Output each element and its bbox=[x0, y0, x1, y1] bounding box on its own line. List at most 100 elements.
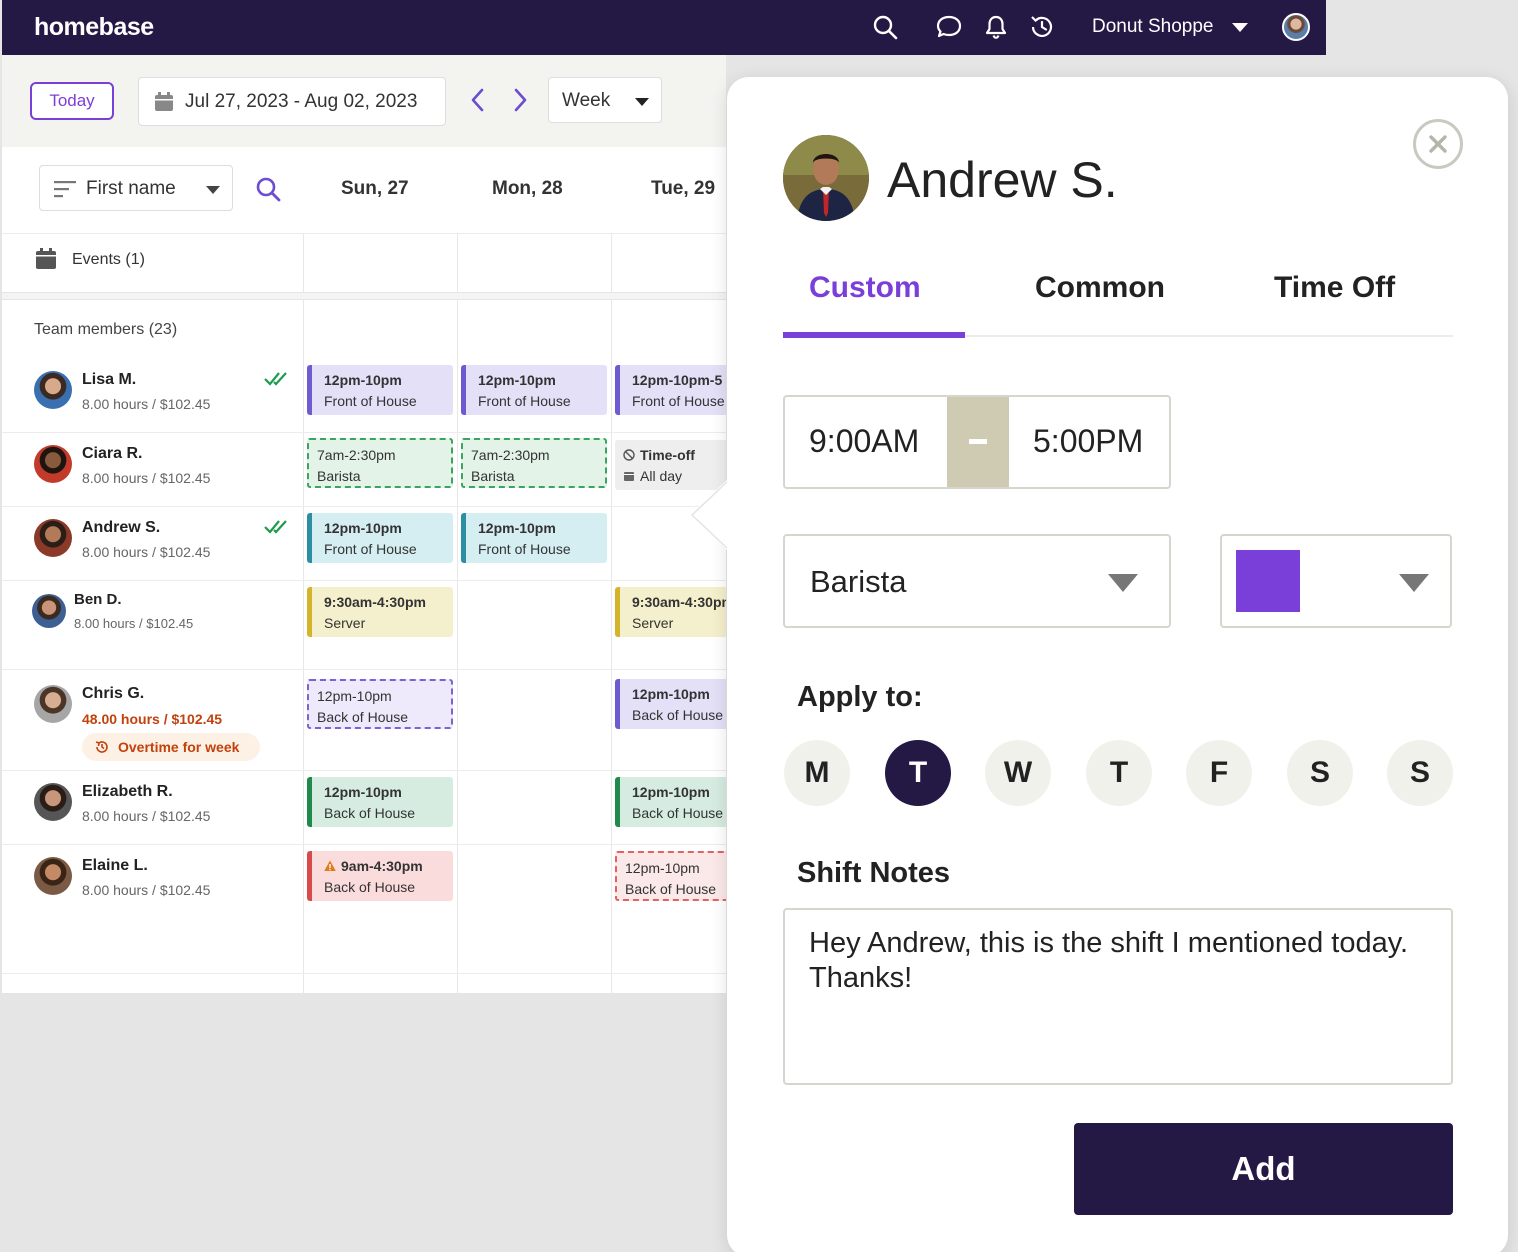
chevron-down-icon[interactable] bbox=[1232, 23, 1248, 32]
weekday-toggle-sun[interactable]: S bbox=[1387, 740, 1453, 806]
shift-card[interactable]: 12pm-10pm Back of House bbox=[615, 851, 726, 901]
previous-week-icon[interactable] bbox=[464, 85, 494, 115]
weekday-toggle-fri[interactable]: F bbox=[1186, 740, 1252, 806]
brand-logo[interactable]: homebase bbox=[34, 13, 154, 42]
tab-common[interactable]: Common bbox=[1035, 271, 1165, 305]
search-icon[interactable] bbox=[254, 175, 282, 203]
shift-card[interactable]: 12pm-10pm Front of House bbox=[461, 365, 607, 415]
shift-role: Front of House bbox=[324, 541, 417, 557]
member-name: Elizabeth R. bbox=[82, 783, 173, 800]
shift-card[interactable]: 12pm-10pm-5 Front of House bbox=[615, 365, 726, 415]
schedule-grid: Today Jul 27, 2023 - Aug 02, 2023 Week F… bbox=[2, 55, 726, 993]
avatar bbox=[34, 783, 72, 821]
member-hours: 8.00 hours / $102.45 bbox=[82, 808, 211, 824]
shift-card[interactable]: 7am-2:30pm Barista bbox=[461, 438, 607, 488]
chat-icon[interactable] bbox=[934, 12, 964, 42]
time-range-input: 9:00AM 5:00PM bbox=[783, 395, 1171, 489]
weekday-toggle-thu[interactable]: T bbox=[1086, 740, 1152, 806]
shift-time: 12pm-10pm bbox=[317, 688, 392, 704]
shift-role: Server bbox=[632, 615, 674, 631]
time-off-duration: All day bbox=[640, 468, 683, 484]
shift-time: 12pm-10pm bbox=[478, 520, 556, 536]
day-header-sun: Sun, 27 bbox=[341, 178, 409, 199]
sort-icon bbox=[54, 181, 76, 198]
view-selector-value: Week bbox=[562, 90, 611, 111]
shift-card[interactable]: 12pm-10pm Back of House bbox=[615, 777, 726, 827]
view-selector[interactable]: Week bbox=[548, 77, 662, 123]
avatar bbox=[34, 371, 72, 409]
calendar-icon bbox=[624, 472, 634, 481]
close-button[interactable] bbox=[1413, 119, 1463, 169]
search-icon[interactable] bbox=[870, 12, 900, 42]
member-hours: 8.00 hours / $102.45 bbox=[82, 882, 211, 898]
grid-line bbox=[2, 844, 726, 845]
shift-role: Front of House bbox=[478, 393, 571, 409]
employee-avatar bbox=[783, 135, 869, 221]
history-icon[interactable] bbox=[1027, 12, 1057, 42]
next-week-icon[interactable] bbox=[504, 85, 534, 115]
shift-card[interactable]: 9:30am-4:30pm Server bbox=[307, 587, 453, 637]
day-header-mon: Mon, 28 bbox=[492, 178, 563, 199]
grid-line bbox=[303, 233, 304, 993]
sort-selector[interactable]: First name bbox=[39, 165, 233, 211]
overtime-label: Overtime for week bbox=[118, 739, 240, 755]
shift-card[interactable]: 12pm-10pm Back of House bbox=[307, 777, 453, 827]
shift-card[interactable]: 9am-4:30pm Back of House bbox=[307, 851, 453, 901]
grid-line bbox=[2, 506, 726, 507]
weekday-toggle-mon[interactable]: M bbox=[784, 740, 850, 806]
grid-line bbox=[2, 770, 726, 771]
weekday-toggle-wed[interactable]: W bbox=[985, 740, 1051, 806]
user-avatar[interactable] bbox=[1282, 13, 1310, 41]
role-select[interactable]: Barista bbox=[783, 534, 1171, 628]
end-time-input[interactable]: 5:00PM bbox=[1033, 423, 1143, 460]
shift-role: Server bbox=[324, 615, 366, 631]
apply-to-label: Apply to: bbox=[797, 681, 923, 713]
shift-role: Back of House bbox=[317, 709, 409, 725]
avatar bbox=[34, 519, 72, 557]
shift-card[interactable]: 12pm-10pm Back of House bbox=[307, 679, 453, 729]
shift-role: Front of House bbox=[478, 541, 571, 557]
location-selector[interactable]: Donut Shoppe bbox=[1092, 16, 1214, 38]
shift-role: Back of House bbox=[324, 805, 416, 821]
shift-time: 12pm-10pm bbox=[478, 372, 556, 388]
section-divider bbox=[2, 292, 726, 300]
tab-time-off[interactable]: Time Off bbox=[1274, 271, 1395, 305]
weekday-toggle-sat[interactable]: S bbox=[1287, 740, 1353, 806]
add-shift-button[interactable]: Add bbox=[1074, 1123, 1453, 1215]
employee-name: Andrew S. bbox=[887, 152, 1118, 208]
double-check-icon bbox=[264, 520, 287, 534]
shift-card[interactable]: 12pm-10pm Front of House bbox=[307, 513, 453, 563]
grid-line bbox=[2, 973, 726, 974]
shift-role: Barista bbox=[471, 468, 515, 484]
chevron-down-icon bbox=[635, 98, 649, 106]
member-hours: 8.00 hours / $102.45 bbox=[82, 544, 211, 560]
shift-role: Back of House bbox=[632, 707, 724, 723]
chevron-down-icon bbox=[1399, 574, 1429, 592]
shift-card[interactable]: 12pm-10pm Front of House bbox=[307, 365, 453, 415]
shift-time: 7am-2:30pm bbox=[317, 447, 396, 463]
tab-custom[interactable]: Custom bbox=[809, 271, 921, 305]
shift-card[interactable]: 12pm-10pm Front of House bbox=[461, 513, 607, 563]
bell-icon[interactable] bbox=[981, 12, 1011, 42]
member-name: Lisa M. bbox=[82, 371, 137, 388]
color-select[interactable] bbox=[1220, 534, 1452, 628]
shift-time: 12pm-10pm bbox=[324, 520, 402, 536]
today-button[interactable]: Today bbox=[30, 82, 114, 120]
shift-card[interactable]: 12pm-10pm Back of House bbox=[615, 679, 726, 729]
grid-line bbox=[2, 580, 726, 581]
grid-line bbox=[2, 432, 726, 433]
shift-time: 12pm-10pm bbox=[324, 784, 402, 800]
sort-selector-value: First name bbox=[86, 178, 176, 199]
date-range-picker[interactable]: Jul 27, 2023 - Aug 02, 2023 bbox=[138, 77, 446, 126]
shift-time: 12pm-10pm bbox=[632, 686, 710, 702]
top-bar: homebase Donut Shoppe bbox=[2, 0, 1326, 55]
shift-card[interactable]: 7am-2:30pm Barista bbox=[307, 438, 453, 488]
shift-time: 9:30am-4:30pm bbox=[632, 594, 726, 610]
chevron-down-icon bbox=[206, 186, 220, 194]
shift-notes-textarea[interactable]: Hey Andrew, this is the shift I mentione… bbox=[783, 908, 1453, 1085]
member-hours: 8.00 hours / $102.45 bbox=[74, 616, 194, 631]
weekday-toggle-tue[interactable]: T bbox=[885, 740, 951, 806]
start-time-input[interactable]: 9:00AM bbox=[809, 423, 919, 460]
shift-card[interactable]: 9:30am-4:30pm Server bbox=[615, 587, 726, 637]
calendar-icon bbox=[36, 248, 56, 269]
